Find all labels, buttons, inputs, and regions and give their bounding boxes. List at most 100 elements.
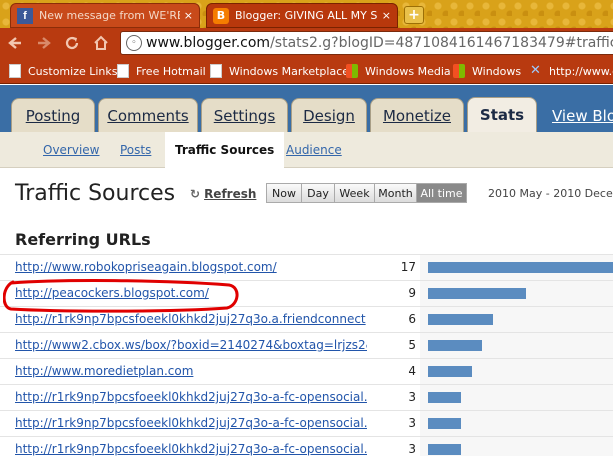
bookmarks-bar: Customize Links Free Hotmail Windows Mar… — [0, 58, 613, 84]
subtab-traffic-sources[interactable]: Traffic Sources — [165, 132, 285, 168]
blogger-icon: B — [213, 7, 229, 24]
referrer-url-link[interactable]: http://www2.cbox.ws/box/?boxid=2140274&b… — [15, 338, 367, 352]
browser-tab-strip: f New message from WE'RE ... × B Blogger… — [0, 0, 613, 28]
referrer-bar — [428, 314, 493, 325]
tab-label: Monetize — [382, 106, 451, 125]
tab-label: Posting — [25, 106, 81, 125]
bookmark-label: Windows — [472, 64, 522, 78]
url-path: /stats2.g?blogID=4871084161467183479#tra… — [270, 35, 613, 51]
tab-label: Design — [303, 106, 355, 125]
browser-tab-title: Blogger: GIVING ALL MY SE... — [235, 9, 378, 22]
refresh-label: Refresh — [204, 187, 257, 201]
range-all-time-button[interactable]: All time — [417, 184, 466, 202]
referrer-count: 17 — [400, 260, 416, 274]
referrer-url-link[interactable]: http://www.robokopriseagain.blogspot.com… — [15, 260, 367, 274]
referrer-count: 9 — [408, 286, 416, 300]
browser-tab-blogger[interactable]: B Blogger: GIVING ALL MY SE... × — [206, 3, 398, 28]
tab-stats[interactable]: Stats — [467, 97, 537, 132]
tab-label: Settings — [213, 106, 276, 125]
bookmark-label: Windows Marketplace — [229, 64, 350, 78]
referrer-url-link[interactable]: http://www.moredietplan.com — [15, 364, 367, 378]
bookmark-free-hotmail[interactable]: Free Hotmail — [117, 63, 206, 79]
subtab-overview[interactable]: Overview — [43, 132, 100, 168]
table-row: http://www.moredietplan.com 4 — [0, 358, 613, 385]
url-host: www.blogger.com — [146, 35, 271, 51]
table-row: http://www2.cbox.ws/box/?boxid=2140274&b… — [0, 332, 613, 359]
page-icon — [117, 64, 129, 78]
back-icon[interactable] — [6, 34, 24, 52]
blogger-header: Posting Comments Settings Design Monetiz… — [0, 85, 613, 132]
forward-icon[interactable] — [35, 34, 53, 52]
range-now-button[interactable]: Now — [267, 184, 302, 202]
referrer-count: 6 — [408, 312, 416, 326]
close-icon[interactable]: × — [184, 9, 193, 22]
bookmark-label: Customize Links — [28, 64, 118, 78]
page-icon — [9, 64, 21, 78]
subtab-posts[interactable]: Posts — [120, 132, 151, 168]
range-week-button[interactable]: Week — [335, 184, 375, 202]
bookmark-windows[interactable]: Windows — [453, 63, 521, 79]
close-icon[interactable]: × — [382, 9, 391, 22]
table-row: http://r1rk9np7bpcsfoeekl0khkd2juj27q3o-… — [0, 384, 613, 411]
bookmark-label: http://www.goo — [549, 64, 613, 78]
tab-posting[interactable]: Posting — [11, 98, 95, 132]
windows-icon — [346, 64, 358, 78]
table-row: http://r1rk9np7bpcsfoeekl0khkd2juj27q3o-… — [0, 410, 613, 437]
bookmark-label: Free Hotmail — [136, 64, 206, 78]
stats-subnav: Overview Posts Traffic Sources Audience — [0, 132, 613, 168]
refresh-icon: ↻ — [190, 187, 201, 201]
referrer-url-link[interactable]: http://r1rk9np7bpcsfoeekl0khkd2juj27q3o-… — [15, 390, 367, 404]
reload-icon[interactable] — [63, 34, 81, 52]
table-row: http://r1rk9np7bpcsfoeekl0khkd2juj27q3o-… — [0, 436, 613, 456]
view-blog-link[interactable]: View Blog — [552, 107, 613, 125]
section-title: Referring URLs — [15, 230, 151, 249]
bookmark-google[interactable]: ✕ http://www.goo — [530, 63, 613, 79]
tab-comments[interactable]: Comments — [98, 98, 198, 132]
date-range-label: 2010 May - 2010 December — [488, 187, 613, 200]
address-bar[interactable]: ◦ www.blogger.com/stats2.g?blogID=487108… — [120, 31, 613, 55]
tab-monetize[interactable]: Monetize — [370, 98, 464, 132]
tab-settings[interactable]: Settings — [201, 98, 288, 132]
referrer-bar — [428, 366, 472, 377]
subtab-label: Traffic Sources — [175, 143, 275, 157]
tab-label: Comments — [107, 106, 189, 125]
browser-toolbar: ◦ www.blogger.com/stats2.g?blogID=487108… — [0, 28, 613, 58]
range-day-button[interactable]: Day — [302, 184, 335, 202]
red-highlight-annotation — [3, 279, 239, 313]
subtab-audience[interactable]: Audience — [286, 132, 342, 168]
referrer-bar — [428, 288, 526, 299]
home-icon[interactable] — [92, 34, 110, 52]
facebook-icon: f — [17, 7, 33, 24]
page-icon: ◦ — [126, 35, 142, 51]
referrer-bar — [428, 418, 461, 429]
range-month-button[interactable]: Month — [375, 184, 417, 202]
referrer-count: 5 — [408, 338, 416, 352]
referrer-count: 3 — [408, 442, 416, 456]
subtab-label: Overview — [43, 143, 100, 157]
referrer-count: 3 — [408, 416, 416, 430]
bookmark-x-icon: ✕ — [530, 63, 541, 78]
referrer-bar — [428, 262, 613, 273]
referrer-url-link[interactable]: http://r1rk9np7bpcsfoeekl0khkd2juj27q3o-… — [15, 416, 367, 430]
bookmark-windows-marketplace[interactable]: Windows Marketplace — [210, 63, 349, 79]
page-title: Traffic Sources — [15, 181, 176, 206]
windows-icon — [453, 64, 465, 78]
referrer-count: 3 — [408, 390, 416, 404]
bookmark-customize-links[interactable]: Customize Links — [9, 63, 118, 79]
referrer-bar — [428, 340, 482, 351]
time-range-selector: Now Day Week Month All time — [266, 183, 467, 203]
browser-tab-title: New message from WE'RE ... — [39, 9, 180, 22]
bookmark-label: Windows Media — [365, 64, 451, 78]
new-tab-button[interactable]: + — [404, 6, 424, 24]
referrer-bar — [428, 392, 461, 403]
browser-tab-facebook[interactable]: f New message from WE'RE ... × — [10, 3, 200, 28]
subtab-label: Posts — [120, 143, 152, 157]
tab-label: Stats — [479, 106, 525, 124]
referrer-count: 4 — [408, 364, 416, 378]
page-icon — [210, 64, 222, 78]
tab-design[interactable]: Design — [291, 98, 367, 132]
bookmark-windows-media[interactable]: Windows Media — [346, 63, 451, 79]
subtab-label: Audience — [286, 143, 342, 157]
referrer-url-link[interactable]: http://r1rk9np7bpcsfoeekl0khkd2juj27q3o-… — [15, 442, 367, 456]
refresh-link[interactable]: ↻ Refresh — [190, 187, 256, 201]
